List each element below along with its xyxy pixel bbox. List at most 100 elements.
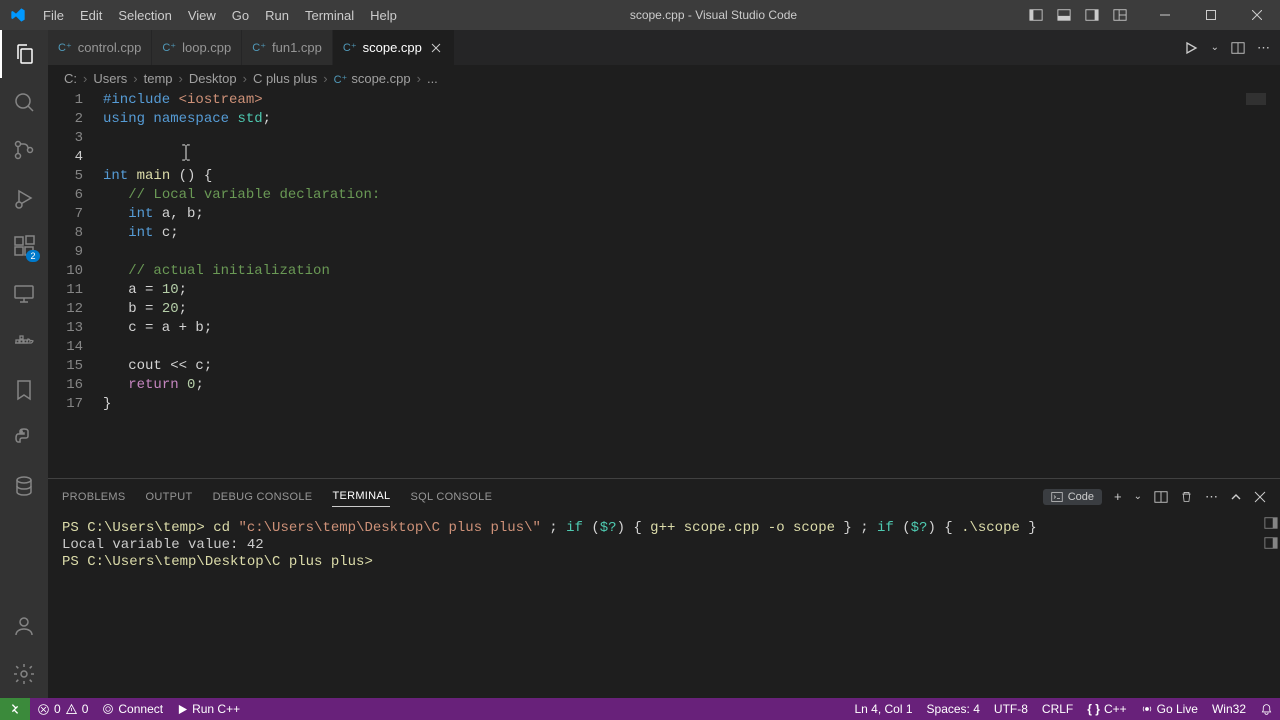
breadcrumb-segment[interactable]: C plus plus [253,71,317,86]
code-line[interactable]: using namespace std; [103,110,1280,129]
tab-control-cpp[interactable]: C⁺control.cpp [48,30,152,65]
code-content[interactable]: #include <iostream>using namespace std; i… [103,91,1280,478]
indentation-status[interactable]: Spaces: 4 [920,698,987,720]
tab-close-icon[interactable] [428,40,444,56]
code-line[interactable]: int c; [103,224,1280,243]
menu-file[interactable]: File [35,0,72,30]
cpp-file-icon: C⁺ [58,41,72,54]
code-line[interactable]: #include <iostream> [103,91,1280,110]
editor-tabs: C⁺control.cppC⁺loop.cppC⁺fun1.cppC⁺scope… [48,30,1280,65]
menu-run[interactable]: Run [257,0,297,30]
code-line[interactable]: return 0; [103,376,1280,395]
run-task-status[interactable]: Run C++ [170,698,247,720]
code-line[interactable]: } [103,395,1280,414]
search-icon[interactable] [0,78,48,126]
maximize-panel-icon[interactable] [1230,491,1242,503]
terminal-side-icon[interactable] [1264,516,1278,530]
breadcrumb-segment[interactable]: C: [64,71,77,86]
go-live-status[interactable]: Go Live [1134,698,1205,720]
terminal-profile-button[interactable]: Code [1043,489,1102,505]
code-line[interactable]: // Local variable declaration: [103,186,1280,205]
window-controls [1142,0,1280,30]
menu-view[interactable]: View [180,0,224,30]
python-icon[interactable] [0,414,48,462]
tab-fun1-cpp[interactable]: C⁺fun1.cpp [242,30,333,65]
code-line[interactable]: int main () { [103,167,1280,186]
menu-terminal[interactable]: Terminal [297,0,362,30]
panel-tab-output[interactable]: OUTPUT [146,487,193,507]
code-line[interactable]: b = 20; [103,300,1280,319]
tab-loop-cpp[interactable]: C⁺loop.cpp [152,30,242,65]
encoding-status[interactable]: UTF-8 [987,698,1035,720]
settings-gear-icon[interactable] [0,650,48,698]
panel-more-icon[interactable]: ⋯ [1205,489,1218,505]
minimap[interactable] [1246,93,1266,123]
panel-tab-sql-console[interactable]: SQL CONSOLE [410,487,492,507]
explorer-icon[interactable] [0,30,48,78]
breadcrumb[interactable]: C:›Users›temp›Desktop›C plus plus›C⁺scop… [48,65,1280,91]
language-mode[interactable]: { }C++ [1080,698,1133,720]
notifications-icon[interactable] [1253,698,1280,720]
kill-terminal-icon[interactable] [1180,490,1193,503]
panel-tab-problems[interactable]: PROBLEMS [62,487,126,507]
code-editor[interactable]: 1234567891011121314151617 #include <iost… [48,91,1280,478]
breadcrumb-segment[interactable]: C⁺scope.cpp [334,71,411,86]
editor-actions: ⌄ ⋯ [1183,30,1280,65]
breadcrumb-separator: › [81,71,89,86]
code-line[interactable] [103,338,1280,357]
eol-status[interactable]: CRLF [1035,698,1080,720]
code-line[interactable] [103,129,1280,148]
breadcrumb-separator: › [415,71,423,86]
bottom-panel: PROBLEMS OUTPUT DEBUG CONSOLE TERMINAL SQL C… [48,478,1280,698]
cursor-position[interactable]: Ln 4, Col 1 [847,698,919,720]
code-line[interactable]: a = 10; [103,281,1280,300]
toggle-secondary-sidebar-icon[interactable] [1078,0,1106,30]
panel-tab-debug-console[interactable]: DEBUG CONSOLE [213,487,313,507]
maximize-button[interactable] [1188,0,1234,30]
close-button[interactable] [1234,0,1280,30]
breadcrumb-segment[interactable]: temp [144,71,173,86]
tab-label: loop.cpp [182,40,231,55]
database-icon[interactable] [0,462,48,510]
remote-indicator[interactable] [0,698,30,720]
run-debug-icon[interactable] [0,174,48,222]
close-panel-icon[interactable] [1254,491,1266,503]
breadcrumb-segment[interactable]: Users [93,71,127,86]
customize-layout-icon[interactable] [1106,0,1134,30]
code-line[interactable]: cout << c; [103,357,1280,376]
connect-status[interactable]: Connect [95,698,170,720]
toggle-panel-icon[interactable] [1050,0,1078,30]
split-editor-icon[interactable] [1231,41,1245,55]
breadcrumb-segment[interactable]: ... [427,71,438,86]
menu-edit[interactable]: Edit [72,0,110,30]
panel-tab-terminal[interactable]: TERMINAL [332,486,390,507]
menu-selection[interactable]: Selection [110,0,179,30]
code-line[interactable] [103,148,1280,167]
extensions-icon[interactable]: 2 [0,222,48,270]
code-line[interactable] [103,243,1280,262]
new-terminal-icon[interactable]: + [1114,489,1122,504]
account-icon[interactable] [0,602,48,650]
code-line[interactable]: // actual initialization [103,262,1280,281]
bookmarks-icon[interactable] [0,366,48,414]
menu-go[interactable]: Go [224,0,257,30]
breadcrumb-segment[interactable]: Desktop [189,71,237,86]
platform-status[interactable]: Win32 [1205,698,1253,720]
tab-scope-cpp[interactable]: C⁺scope.cpp [333,30,455,65]
docker-icon[interactable] [0,318,48,366]
split-terminal-icon[interactable] [1154,490,1168,504]
terminal-side-icon-2[interactable] [1264,536,1278,550]
code-line[interactable]: c = a + b; [103,319,1280,338]
remote-explorer-icon[interactable] [0,270,48,318]
code-line[interactable]: int a, b; [103,205,1280,224]
problems-status[interactable]: 0 0 [30,698,95,720]
run-code-icon[interactable] [1183,40,1199,56]
more-actions-icon[interactable]: ⋯ [1257,40,1270,56]
toggle-primary-sidebar-icon[interactable] [1022,0,1050,30]
terminal-dropdown-icon[interactable]: ⌄ [1134,491,1142,502]
menu-help[interactable]: Help [362,0,405,30]
terminal-output[interactable]: PS C:\Users\temp> cd "c:\Users\temp\Desk… [48,514,1280,698]
run-dropdown-icon[interactable]: ⌄ [1211,42,1219,53]
source-control-icon[interactable] [0,126,48,174]
minimize-button[interactable] [1142,0,1188,30]
